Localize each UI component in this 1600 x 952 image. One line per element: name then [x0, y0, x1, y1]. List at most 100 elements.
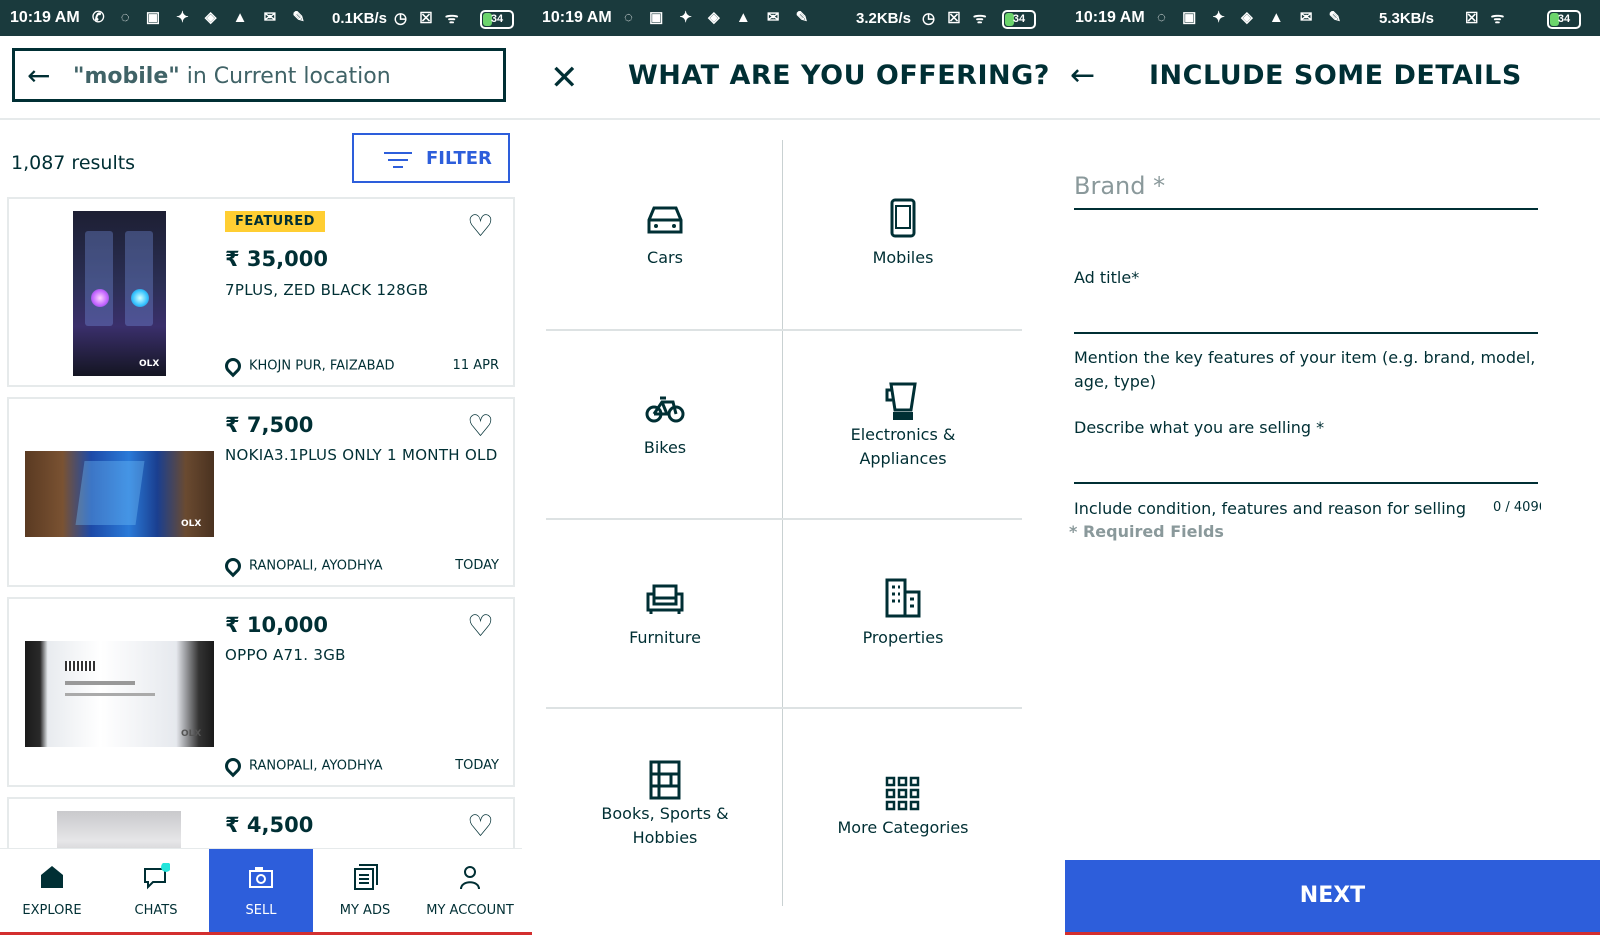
building-icon	[885, 578, 921, 618]
favorite-heart-icon[interactable]: ♡	[467, 409, 494, 444]
bike-icon	[645, 396, 685, 423]
notification-icons: ◌ ▣ ✦ ◈ ▲ ✉ ✎	[1157, 9, 1348, 26]
listing-title: OPPO A71. 3GB	[225, 646, 346, 664]
camera-icon	[249, 867, 273, 888]
olx-watermark: OLX	[181, 729, 202, 739]
screen-header: ← INCLUDE SOME DETAILS	[1065, 36, 1600, 120]
category-label: Books, Sports & Hobbies	[601, 804, 729, 847]
search-results-screen: 10:19 AM ✆ ◌ ▣ ✦ ◈ ▲ ✉ ✎ 0.1KB/s ◷ ☒ ᯤ 3…	[0, 0, 532, 952]
listing-card[interactable]: OLX ₹ 10,000 OPPO A71. 3GB ♡ RANOPALI, A…	[7, 597, 515, 787]
nav-chats[interactable]: CHATS	[104, 849, 208, 933]
category-picker-screen: 10:19 AM ◌ ▣ ✦ ◈ ▲ ✉ ✎ 3.2KB/s ◷ ☒ ᯤ 34 …	[532, 0, 1065, 952]
nav-sell-label: SELL	[245, 903, 277, 918]
category-furniture[interactable]: Furniture	[546, 520, 784, 710]
nav-explore[interactable]: EXPLORE	[0, 849, 104, 933]
category-more-categories[interactable]: More Categories	[784, 710, 1022, 900]
books-icon	[649, 760, 681, 800]
ad-title-label: Ad title*	[1074, 268, 1140, 287]
category-books-sports-hobbies[interactable]: Books, Sports & Hobbies	[546, 710, 784, 900]
olx-watermark: OLX	[139, 359, 160, 369]
category-bikes[interactable]: Bikes	[546, 330, 784, 520]
listing-location: RANOPALI, AYODHYA	[221, 754, 383, 778]
listing-price: ₹ 4,500	[225, 813, 314, 837]
back-arrow-icon[interactable]: ←	[27, 59, 50, 92]
home-icon	[41, 866, 63, 888]
listing-card[interactable]: OLX FEATURED ₹ 35,000 7PLUS, ZED BLACK 1…	[7, 197, 515, 387]
bottom-edge	[0, 932, 532, 935]
description-field[interactable]: Describe what you are selling *	[1074, 418, 1538, 486]
listing-price: ₹ 10,000	[225, 613, 328, 637]
nav-chats-label: CHATS	[134, 903, 178, 918]
nav-my-ads-label: MY ADS	[339, 903, 391, 918]
sofa-icon	[646, 584, 684, 614]
category-mobiles[interactable]: Mobiles	[784, 140, 1022, 330]
status-time: 10:19 AM	[542, 9, 612, 26]
filter-button[interactable]: FILTER	[352, 133, 510, 183]
location-pin-icon	[221, 554, 245, 578]
ad-title-help: Mention the key features of your item (e…	[1074, 348, 1536, 391]
nav-my-account-label: MY ACCOUNT	[426, 903, 514, 918]
category-label: Properties	[862, 628, 944, 647]
listing-date: TODAY	[455, 558, 499, 573]
category-properties[interactable]: Properties	[784, 520, 1022, 710]
ad-details-screen: 10:19 AM ◌ ▣ ✦ ◈ ▲ ✉ ✎ 5.3KB/s ☒ ᯤ 34 ← …	[1065, 0, 1600, 952]
character-counter: 0 / 4096	[1493, 500, 1541, 515]
grid-icon	[885, 776, 920, 811]
nav-sell[interactable]: SELL	[209, 849, 313, 933]
category-electronics-appliances[interactable]: Electronics & Appliances	[784, 330, 1022, 520]
network-speed: 5.3KB/s	[1379, 10, 1435, 27]
category-label: More Categories	[837, 818, 969, 837]
status-bar: 10:19 AM ✆ ◌ ▣ ✦ ◈ ▲ ✉ ✎ 0.1KB/s ◷ ☒ ᯤ 3…	[0, 0, 532, 36]
battery-icon: 34	[1002, 10, 1036, 29]
status-time: 10:19 AM	[10, 9, 80, 26]
close-icon[interactable]: ✕	[550, 58, 579, 98]
nav-my-ads[interactable]: MY ADS	[313, 849, 417, 933]
filter-label: FILTER	[426, 148, 492, 169]
listing-image: OLX	[73, 211, 166, 376]
next-button[interactable]: NEXT	[1065, 860, 1600, 932]
blender-icon	[885, 382, 917, 420]
description-help: Include condition, features and reason f…	[1074, 499, 1466, 518]
search-query: "mobile" in Current location	[73, 64, 391, 89]
status-bar: 10:19 AM ◌ ▣ ✦ ◈ ▲ ✉ ✎ 5.3KB/s ☒ ᯤ 34	[1065, 0, 1600, 36]
screen-header: ✕ WHAT ARE YOU OFFERING?	[532, 36, 1065, 120]
listing-card[interactable]: OLX ₹ 7,500 NOKIA3.1PLUS ONLY 1 MONTH OL…	[7, 397, 515, 587]
listing-date: TODAY	[455, 758, 499, 773]
category-cars[interactable]: Cars	[546, 140, 784, 330]
page-title: INCLUDE SOME DETAILS	[1149, 60, 1522, 91]
description-label: Describe what you are selling *	[1074, 418, 1325, 437]
listing-image: OLX	[25, 451, 214, 537]
location-pin-icon	[221, 754, 245, 778]
description-underline	[1074, 482, 1538, 484]
system-icons: ◷ ☒ ᯤ	[394, 10, 463, 27]
ad-title-underline	[1074, 332, 1538, 334]
favorite-heart-icon[interactable]: ♡	[467, 809, 494, 844]
filter-icon	[384, 152, 412, 173]
category-label: Furniture	[629, 628, 701, 647]
olx-watermark: OLX	[181, 519, 202, 529]
featured-badge: FEATURED	[225, 211, 325, 232]
listing-title: NOKIA3.1PLUS ONLY 1 MONTH OLD	[225, 446, 498, 464]
nav-my-account[interactable]: MY ACCOUNT	[418, 849, 522, 933]
system-icons: ◷ ☒ ᯤ	[922, 10, 991, 27]
listing-price: ₹ 7,500	[225, 413, 314, 437]
battery-icon: 34	[480, 10, 514, 29]
network-speed: 3.2KB/s	[856, 10, 912, 27]
search-input[interactable]: ← "mobile" in Current location	[12, 48, 506, 102]
system-icons: ☒ ᯤ	[1465, 10, 1509, 27]
battery-icon: 34	[1547, 10, 1581, 29]
brand-field[interactable]: Brand *	[1074, 172, 1538, 212]
listing-date: 11 APR	[452, 358, 499, 373]
favorite-heart-icon[interactable]: ♡	[467, 609, 494, 644]
status-time: 10:19 AM	[1075, 9, 1145, 26]
status-bar: 10:19 AM ◌ ▣ ✦ ◈ ▲ ✉ ✎ 3.2KB/s ◷ ☒ ᯤ 34	[532, 0, 1065, 36]
ads-icon	[354, 864, 378, 890]
car-icon	[647, 206, 683, 234]
category-label: Electronics & Appliances	[850, 425, 956, 468]
favorite-heart-icon[interactable]: ♡	[467, 209, 494, 244]
nav-explore-label: EXPLORE	[22, 903, 82, 918]
brand-underline	[1074, 208, 1538, 210]
back-arrow-icon[interactable]: ←	[1070, 58, 1095, 93]
ad-title-field[interactable]: Ad title*	[1074, 268, 1538, 336]
listing-price: ₹ 35,000	[225, 247, 328, 271]
